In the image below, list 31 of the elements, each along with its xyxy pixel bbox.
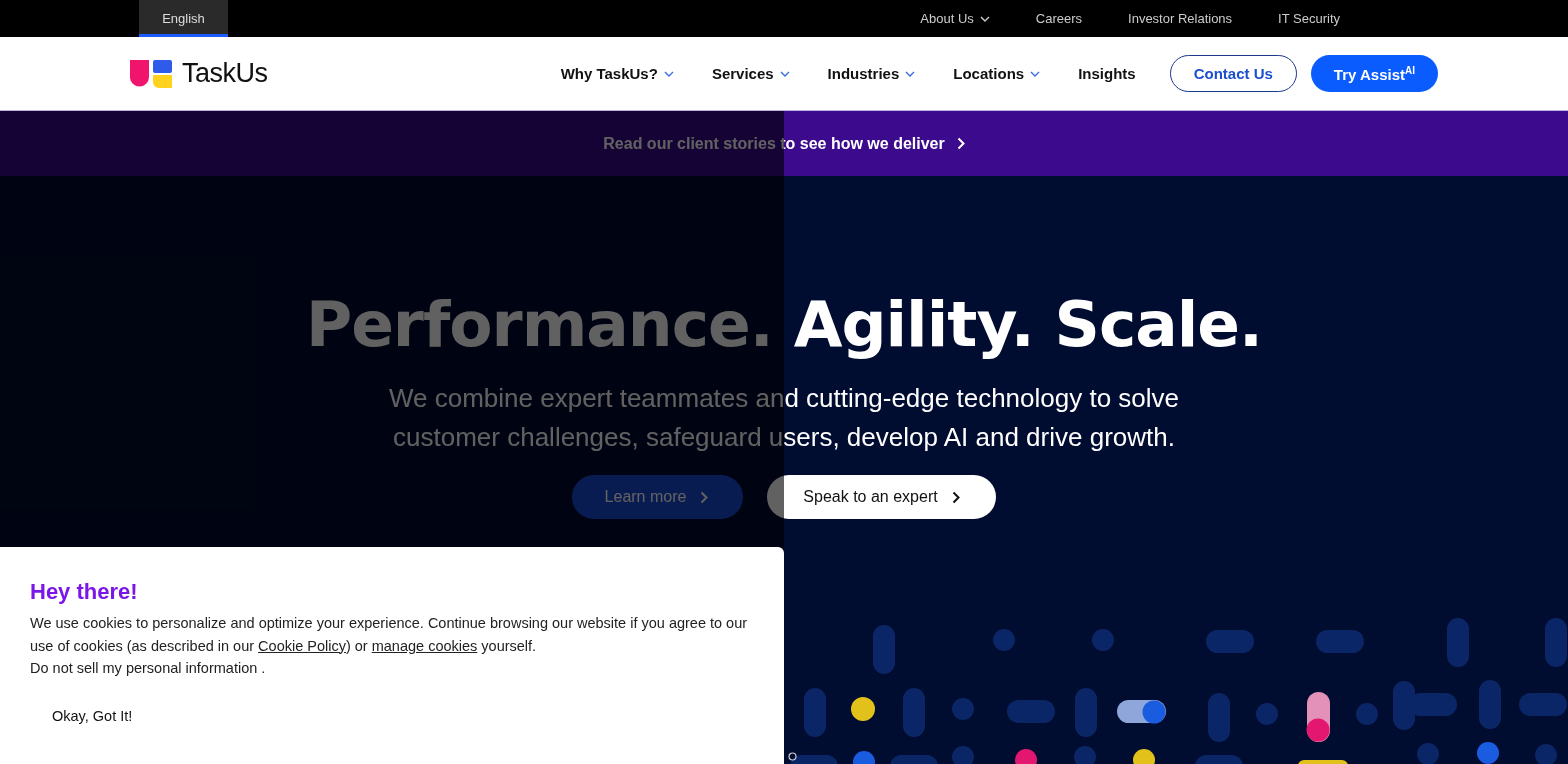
expert-button[interactable]: Speak to an expert [767,475,996,519]
chevron-right-icon [951,490,960,504]
nav-item[interactable]: Why TaskUs? [560,65,674,82]
top-link[interactable]: IT Security [1278,11,1340,26]
language-tab[interactable]: English [139,0,228,37]
logo-text[interactable]: TaskUs [182,58,268,89]
chevron-down-icon [1030,70,1041,77]
top-link[interactable]: Investor Relations [1128,11,1233,26]
contact-button[interactable]: Contact Us [1169,55,1297,92]
chevron-down-icon [905,70,916,77]
cookie-title: Hey there! [30,579,139,605]
chevron-right-icon [956,137,965,150]
do-not-sell-text[interactable]: Do not sell my personal information . [30,657,754,680]
hero-headline: Performance. Agility. Scale. [305,288,1263,361]
chevron-right-icon [700,490,709,504]
chevron-down-icon [979,15,990,22]
nav-item[interactable]: Insights [1078,65,1136,82]
top-link[interactable]: About Us [920,11,990,26]
circle-icon [788,752,797,761]
nav-item[interactable]: Industries [827,65,916,82]
top-link[interactable]: Careers [1035,11,1083,26]
cookie-link[interactable]: manage cookies [371,637,478,654]
cookie-link[interactable]: Cookie Policy [258,637,346,654]
nav-item[interactable]: Services [711,65,790,82]
hero-subtitle: We combine expert teammates and cutting-edge technology to solve customer challenges, safeguard users, develop AI and drive growth. [387,382,1181,454]
logo-icon [130,59,172,88]
cookie-text: We use cookies to personalize and optimize your experience. Continue browsing our website if you agree to our use of cookies (as described in our Cookie Policy) or manage cookies yourself. [30,614,749,656]
nav-item[interactable]: Locations [953,65,1041,82]
try-button[interactable]: Try Assist$^{AI}$ [1310,55,1438,92]
chevron-down-icon [663,70,674,77]
chevron-down-icon [779,70,790,77]
